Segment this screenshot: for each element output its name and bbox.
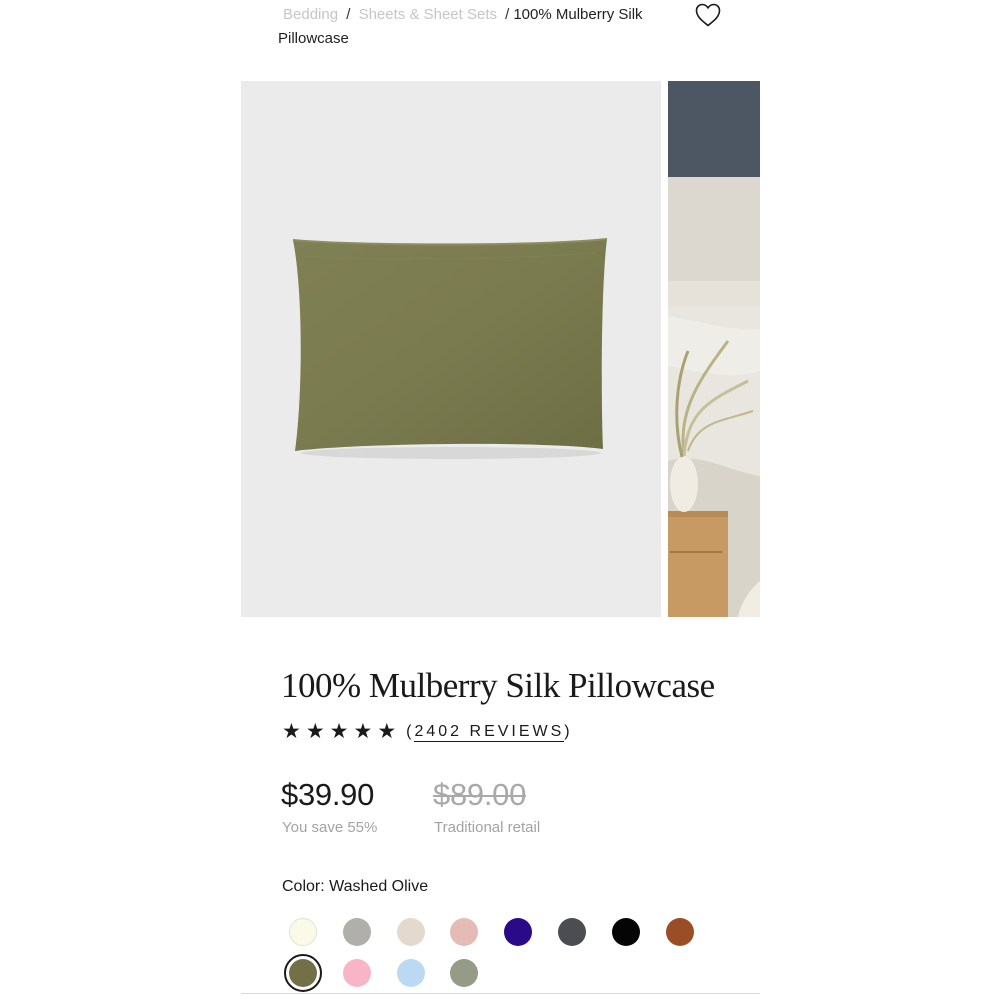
color-swatch[interactable]	[611, 918, 640, 946]
breadcrumb-separator: /	[505, 6, 510, 23]
reviews-count[interactable]: 2402 REVIEWS	[414, 723, 565, 742]
color-swatch[interactable]	[396, 959, 425, 987]
sale-price: $39.90	[281, 777, 375, 812]
star-icon: ★	[329, 720, 349, 743]
heart-outline-icon	[695, 3, 721, 27]
color-swatch[interactable]	[342, 959, 371, 987]
reviews-link[interactable]: (2402 REVIEWS)	[406, 723, 573, 742]
color-swatch[interactable]	[558, 918, 586, 946]
star-rating: ★ ★ ★ ★ ★	[282, 720, 397, 743]
color-swatch[interactable]	[289, 918, 317, 946]
reviews-close-paren: )	[564, 723, 573, 740]
product-rating: ★ ★ ★ ★ ★ (2402 REVIEWS)	[282, 719, 573, 745]
color-swatch[interactable]	[504, 918, 533, 946]
product-page: Bedding / Sheets & Sheet Sets / 100% Mulb…	[0, 0, 1000, 1000]
color-swatch[interactable]	[342, 918, 371, 946]
retail-label: Traditional retail	[434, 819, 541, 836]
product-image-gallery[interactable]	[241, 81, 760, 617]
color-label: Color: Washed Olive	[282, 878, 429, 895]
wishlist-button[interactable]	[694, 2, 722, 28]
star-icon: ★	[305, 720, 325, 743]
breadcrumb: Bedding / Sheets & Sheet Sets /100% Mulb…	[278, 3, 678, 51]
star-icon: ★	[282, 720, 301, 743]
pillowcase-image	[292, 238, 608, 459]
product-title: 100% Mulberry Silk Pillowcase	[281, 666, 715, 705]
color-swatch[interactable]	[396, 918, 425, 946]
divider	[241, 993, 760, 994]
product-lifestyle-image[interactable]	[668, 81, 760, 617]
breadcrumb-link-bedding[interactable]: Bedding	[278, 6, 338, 23]
breadcrumb-separator: /	[346, 6, 351, 23]
savings-text: You save 55%	[282, 819, 378, 836]
color-swatch[interactable]	[450, 959, 479, 987]
star-icon: ★	[377, 720, 397, 743]
star-icon: ★	[353, 720, 373, 743]
retail-price: $89.00	[433, 777, 527, 812]
bedroom-scene-image	[668, 81, 760, 617]
color-swatch[interactable]	[289, 959, 317, 987]
breadcrumb-link-sheets[interactable]: Sheets & Sheet Sets	[359, 6, 497, 23]
product-main-image[interactable]	[241, 81, 661, 617]
color-swatch[interactable]	[450, 918, 479, 946]
color-swatch[interactable]	[665, 918, 694, 946]
